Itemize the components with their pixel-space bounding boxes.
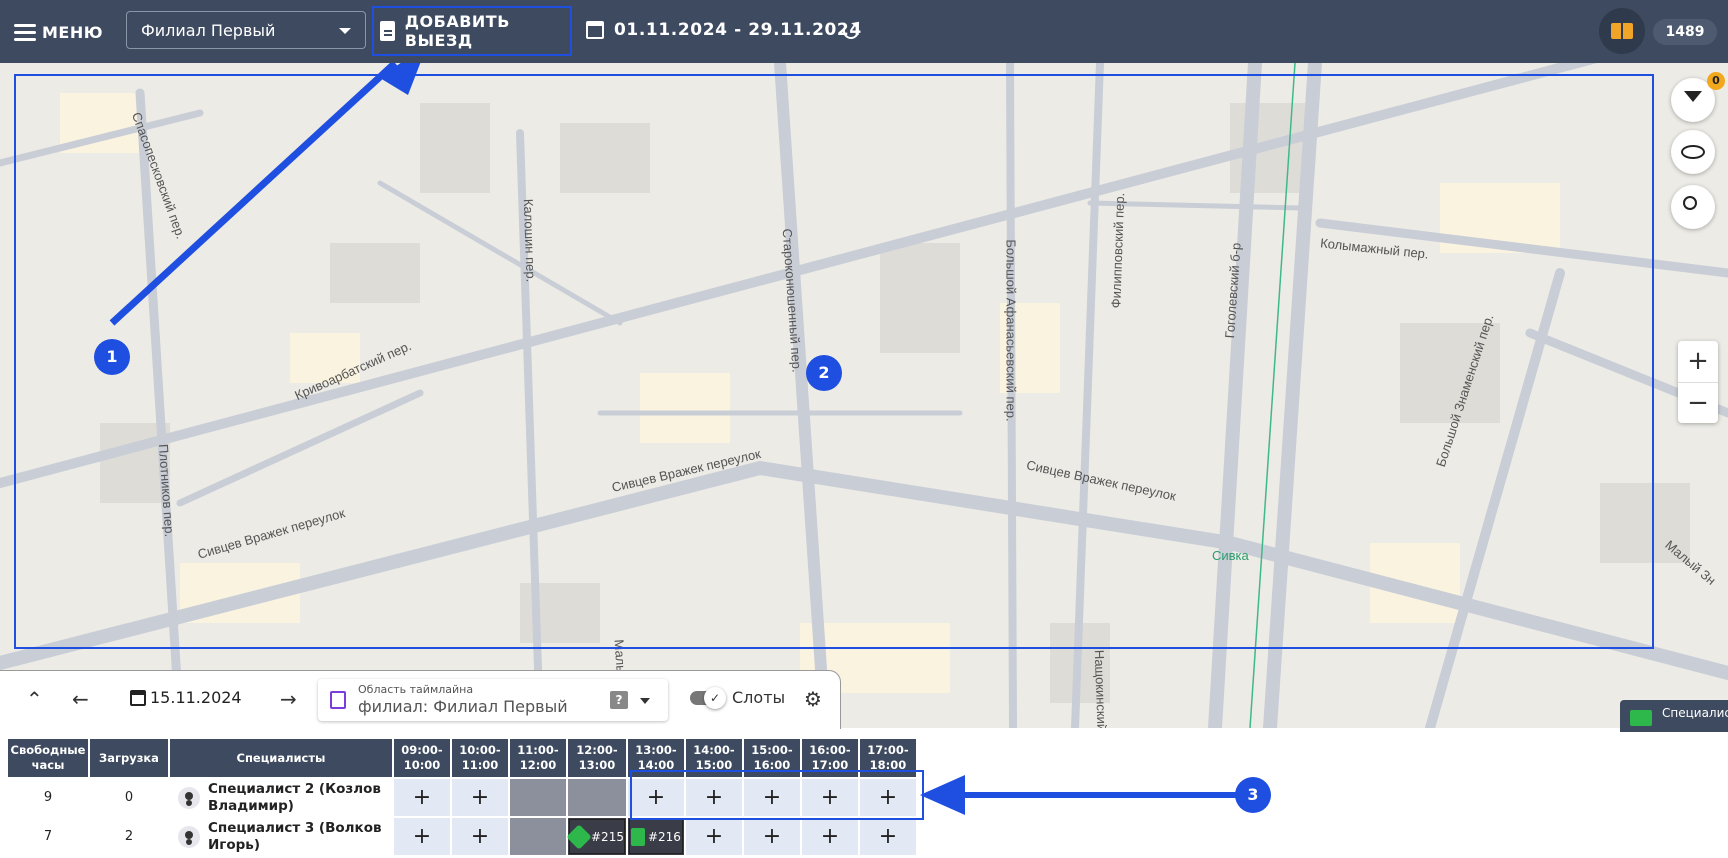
help-icon[interactable]: ? bbox=[610, 691, 628, 709]
building-icon bbox=[330, 691, 346, 709]
next-day-icon[interactable]: → bbox=[280, 687, 297, 711]
slot-cell[interactable]: + bbox=[394, 779, 450, 816]
book-icon bbox=[1611, 23, 1633, 39]
header-slot: 11:00-12:00 bbox=[510, 739, 566, 777]
zoom-in-button[interactable]: + bbox=[1678, 341, 1718, 383]
timeline-area-select[interactable]: Область таймлайна филиал: Филиал Первый … bbox=[318, 679, 668, 721]
branch-select[interactable]: Филиал Первый bbox=[126, 11, 366, 49]
document-icon bbox=[630, 827, 645, 846]
slots-toggle[interactable] bbox=[690, 687, 726, 709]
header-slot: 09:00-10:00 bbox=[394, 739, 450, 777]
job-cell[interactable]: #215 bbox=[566, 818, 626, 855]
header-slot: 12:00-13:00 bbox=[568, 739, 626, 777]
specialist-cell[interactable]: Специалист 2 (Козлов Владимир) bbox=[170, 779, 392, 816]
slot-selection-frame bbox=[630, 770, 924, 820]
person-icon bbox=[178, 786, 200, 809]
eye-icon bbox=[1681, 145, 1705, 159]
top-bar: МЕНЮ Филиал Первый ДОБАВИТЬ ВЫЕЗД 01.11.… bbox=[0, 0, 1728, 63]
load-cell: 0 bbox=[90, 779, 168, 816]
slot-cell[interactable]: + bbox=[801, 818, 858, 855]
slot-cell-busy bbox=[510, 818, 566, 855]
specialist-chip[interactable]: Специалист bbox=[1620, 700, 1728, 732]
header-slot: 10:00-11:00 bbox=[452, 739, 508, 777]
wrench-icon bbox=[566, 823, 592, 850]
annotation-marker-1: 1 bbox=[94, 339, 130, 375]
chevron-down-icon bbox=[339, 28, 351, 34]
search-icon bbox=[1683, 196, 1697, 210]
timeline-toolbar: ⌃ ← 15.11.2024 → Область таймлайна филиа… bbox=[0, 670, 841, 729]
person-icon bbox=[178, 825, 200, 848]
calendar-icon bbox=[586, 21, 604, 39]
area-label: Область таймлайна bbox=[358, 683, 474, 696]
area-kind: филиал: bbox=[358, 697, 429, 716]
slot-cell[interactable]: + bbox=[394, 818, 450, 855]
job-cell[interactable]: #216 bbox=[627, 818, 684, 855]
branch-value: Филиал Первый bbox=[141, 21, 276, 40]
add-trip-label: ДОБАВИТЬ ВЫЕЗД bbox=[404, 12, 510, 50]
header-load: Загрузка bbox=[90, 739, 168, 777]
date-range-picker[interactable]: 01.11.2024 - 29.11.2024 bbox=[586, 20, 862, 40]
header-specialists: Специалисты bbox=[170, 739, 392, 777]
visibility-button[interactable] bbox=[1671, 130, 1715, 174]
zoom-control: + − bbox=[1678, 341, 1718, 423]
annotation-marker-3: 3 bbox=[1235, 777, 1271, 813]
document-icon bbox=[380, 21, 395, 41]
add-trip-button[interactable]: ДОБАВИТЬ ВЫЕЗД bbox=[372, 6, 572, 56]
table-row: 7 2 Специалист 3 (Волков Игорь) + + #215… bbox=[8, 818, 916, 855]
slot-cell[interactable]: + bbox=[452, 818, 508, 855]
slots-label: Слоты bbox=[732, 688, 786, 707]
slot-cell-busy bbox=[568, 779, 626, 816]
slot-cell[interactable]: + bbox=[859, 818, 916, 855]
menu-label: МЕНЮ bbox=[42, 22, 104, 42]
hamburger-icon bbox=[14, 23, 36, 41]
area-name: Филиал Первый bbox=[433, 697, 568, 716]
calendar-icon bbox=[130, 689, 146, 706]
timeline-date-picker[interactable]: 15.11.2024 bbox=[130, 688, 242, 707]
load-cell: 2 bbox=[90, 818, 168, 855]
specialist-cell[interactable]: Специалист 3 (Волков Игорь) bbox=[170, 818, 392, 855]
free-hours-cell: 9 bbox=[8, 779, 88, 816]
timeline-date: 15.11.2024 bbox=[150, 688, 242, 707]
gear-icon[interactable]: ⚙ bbox=[804, 689, 824, 709]
specialist-name: Специалист 2 (Козлов Владимир) bbox=[208, 780, 381, 814]
specialist-name: Специалист 3 (Волков Игорь) bbox=[208, 819, 382, 853]
job-number: #215 bbox=[591, 829, 624, 844]
free-hours-cell: 7 bbox=[8, 818, 88, 855]
job-number: #216 bbox=[647, 829, 681, 844]
slot-cell[interactable]: + bbox=[452, 779, 508, 816]
chevron-down-icon bbox=[640, 698, 650, 704]
map-search-button[interactable] bbox=[1671, 185, 1715, 229]
slot-cell[interactable]: + bbox=[685, 818, 742, 855]
filter-count-badge: 0 bbox=[1707, 72, 1725, 90]
prev-day-icon[interactable]: ← bbox=[72, 687, 89, 711]
header-free-hours: Свободные часы bbox=[8, 739, 88, 777]
annotation-marker-2: 2 bbox=[806, 355, 842, 391]
filter-icon bbox=[1684, 91, 1702, 102]
collapse-icon[interactable]: ⌃ bbox=[26, 687, 43, 711]
zoom-out-button[interactable]: − bbox=[1678, 383, 1718, 424]
menu-button[interactable]: МЕНЮ bbox=[14, 20, 103, 44]
date-range-value: 01.11.2024 - 29.11.2024 bbox=[614, 20, 862, 40]
refresh-icon[interactable] bbox=[843, 23, 859, 39]
area-value: филиал: Филиал Первый bbox=[358, 697, 568, 716]
slot-cell[interactable]: + bbox=[743, 818, 800, 855]
slot-cell-busy bbox=[510, 779, 566, 816]
street-label: Нащокинский bbox=[1091, 649, 1110, 728]
counter-badge: 1489 bbox=[1653, 19, 1717, 45]
guide-button[interactable] bbox=[1599, 8, 1645, 54]
